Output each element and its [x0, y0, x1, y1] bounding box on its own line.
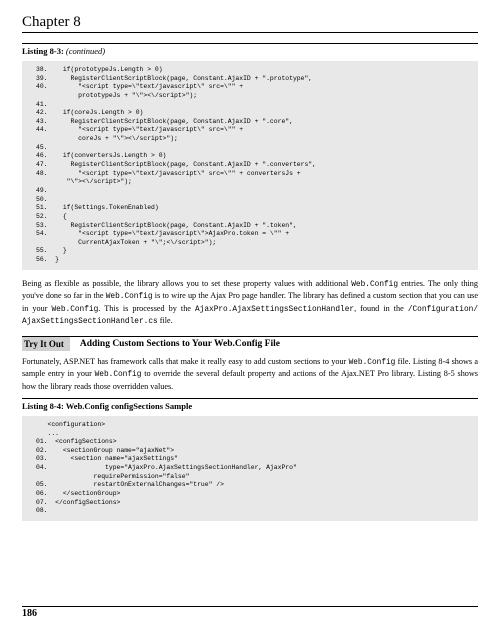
- chapter-heading: Chapter 8: [22, 14, 478, 33]
- page-number: 186: [22, 606, 478, 619]
- text: . This is processed by the: [98, 304, 195, 313]
- paragraph-1: Being as flexible as possible, the libra…: [22, 278, 478, 328]
- text: file.: [158, 316, 173, 325]
- listing-2-header: Listing 8-4: Web.Config configSections S…: [22, 398, 478, 411]
- text: Being as flexible as possible, the libra…: [22, 279, 351, 288]
- inline-code: Web.Config: [95, 371, 142, 379]
- listing-1-code: 38. if(prototypeJs.Length > 0) 39. Regis…: [22, 61, 478, 270]
- listing-1-title: Listing 8-3:: [22, 46, 64, 56]
- paragraph-2: Fortunately, ASP.NET has framework calls…: [22, 356, 478, 392]
- listing-1-header: Listing 8-3: (continued): [22, 43, 478, 56]
- text: Fortunately, ASP.NET has framework calls…: [22, 357, 349, 366]
- listing-1-continued: (continued): [66, 46, 105, 56]
- inline-code: Web.Config: [351, 281, 398, 289]
- inline-code: Web.Config: [51, 306, 98, 314]
- listing-2-code: <configuration> ... 01. <configSections>…: [22, 416, 478, 521]
- inline-code: AjaxPro.AjaxSettingsSectionHandler: [195, 306, 354, 314]
- text: , found in the: [354, 304, 408, 313]
- try-it-out-label: Try It Out: [22, 337, 70, 351]
- try-it-out-title: Adding Custom Sections to Your Web.Confi…: [70, 337, 280, 351]
- inline-code: Web.Config: [106, 293, 153, 301]
- page: Chapter 8 Listing 8-3: (continued) 38. i…: [0, 0, 500, 627]
- inline-code: Web.Config: [349, 359, 396, 367]
- try-it-out-row: Try It Out Adding Custom Sections to You…: [22, 336, 478, 351]
